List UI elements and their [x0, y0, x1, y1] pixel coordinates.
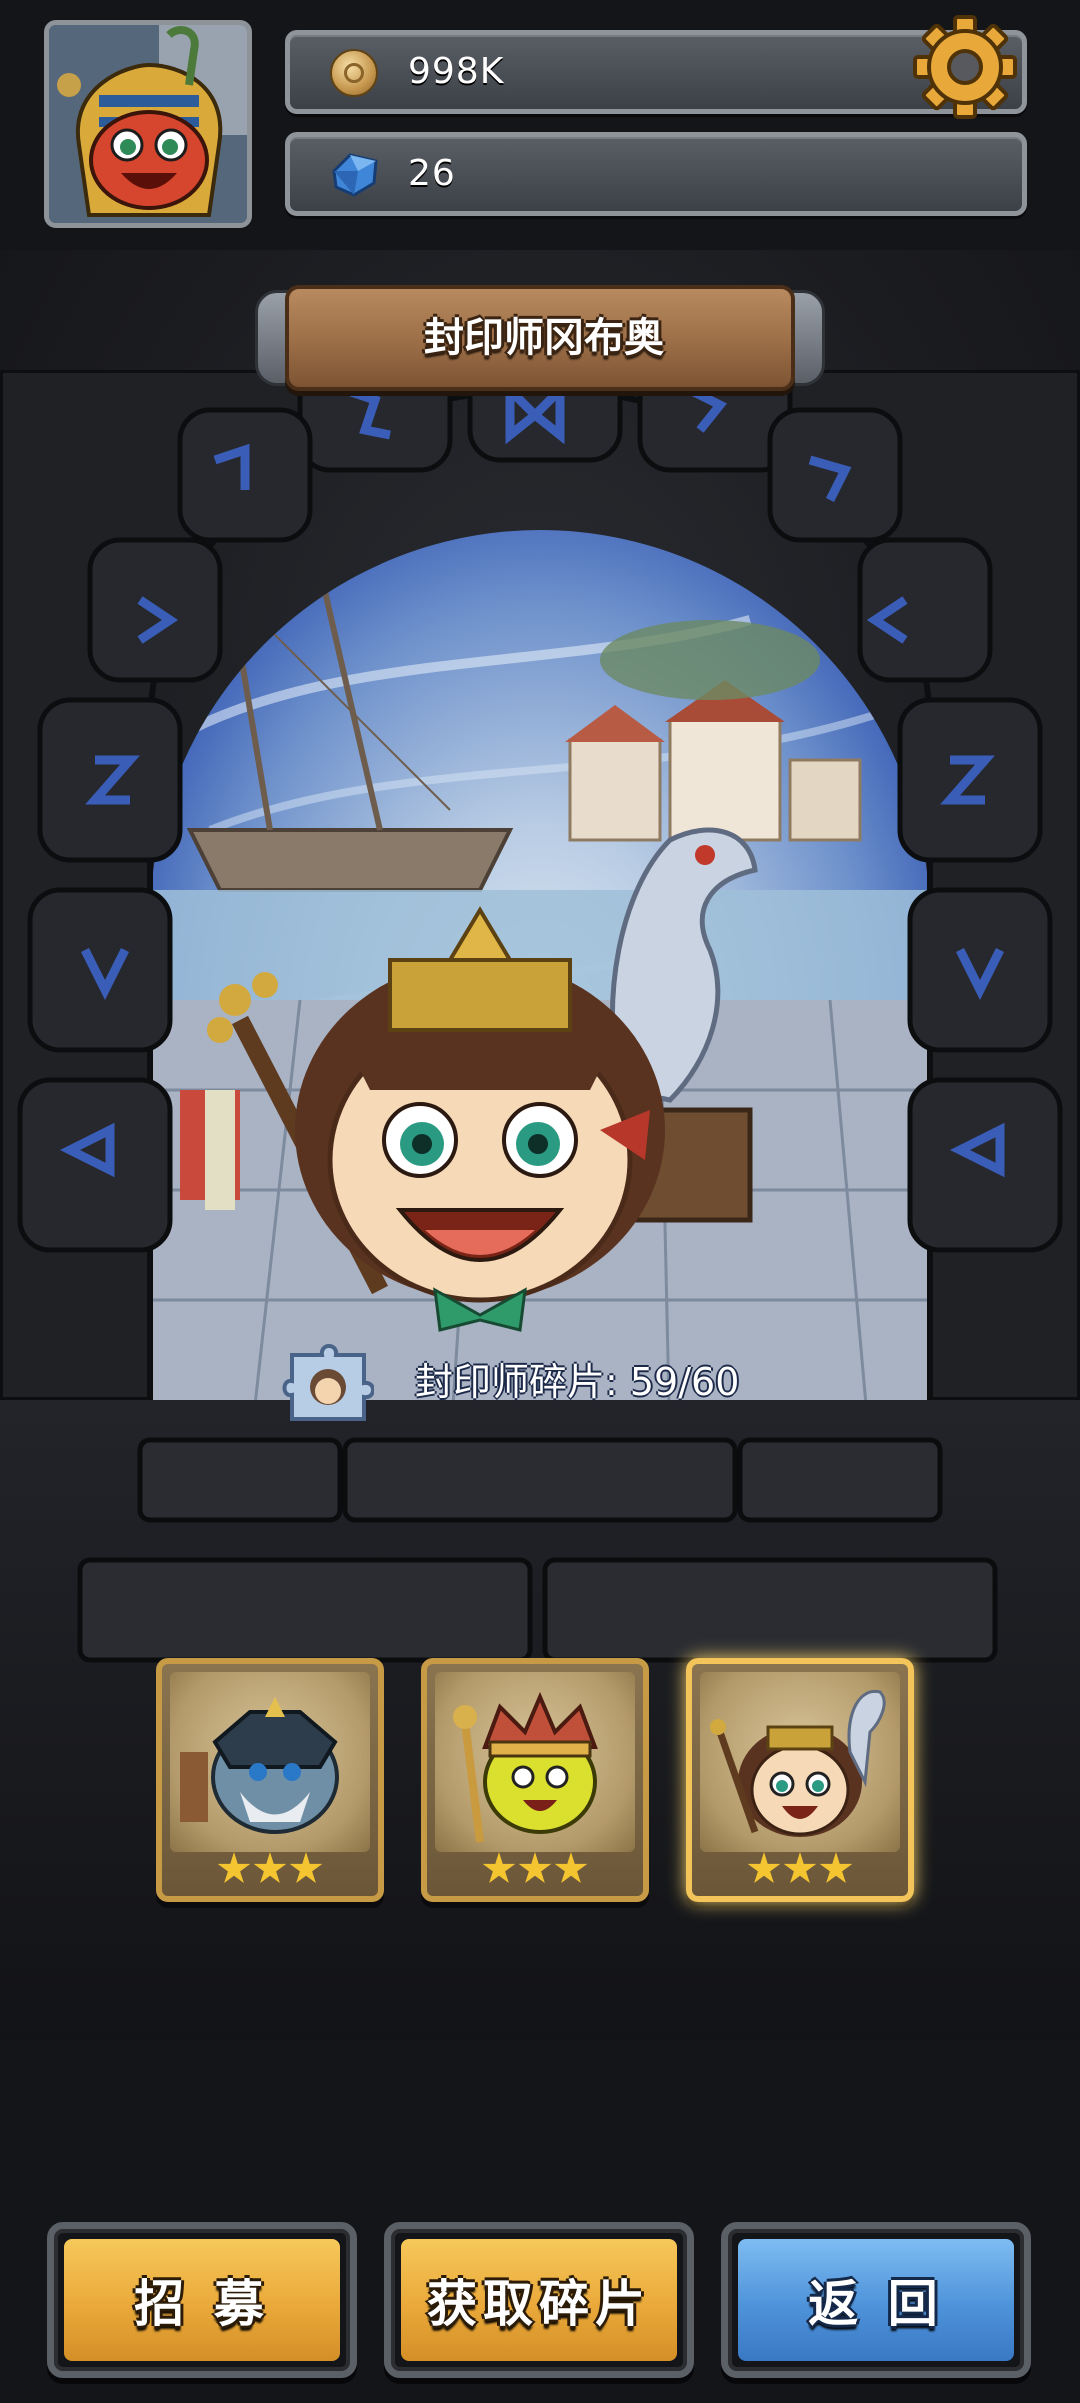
- star-icon: [554, 1852, 588, 1883]
- hero-name-plank: 封印师冈布奥: [285, 285, 795, 391]
- star-rating: [162, 1852, 378, 1892]
- gem-icon: [332, 153, 378, 197]
- star-icon: [747, 1852, 781, 1883]
- hero-portrait: [453, 1691, 598, 1843]
- get-shards-button-label: 获取碎片: [427, 2275, 651, 2333]
- hero-portrait: [710, 1689, 886, 1837]
- hero-card-armored-warrior[interactable]: [156, 1658, 384, 1902]
- star-icon: [819, 1852, 853, 1883]
- get-shards-button[interactable]: 获取碎片: [384, 2222, 694, 2378]
- star-icon: [518, 1852, 552, 1883]
- hero-card-sealer[interactable]: [686, 1658, 914, 1902]
- star-rating: [427, 1852, 643, 1892]
- recruit-button-label: 招 募: [134, 2275, 270, 2333]
- hero-name: 封印师冈布奥: [424, 315, 664, 361]
- shard-progress-label: 封印师碎片: 59/60: [415, 1360, 740, 1404]
- coin-icon: [330, 49, 378, 97]
- hero-portrait: [180, 1697, 339, 1834]
- star-icon: [783, 1852, 817, 1883]
- back-button-label: 返 回: [808, 2275, 944, 2333]
- gear-icon[interactable]: [910, 12, 1020, 122]
- gem-counter: 26: [285, 132, 1027, 216]
- recruit-button[interactable]: 招 募: [47, 2222, 357, 2378]
- star-icon: [289, 1852, 323, 1883]
- puzzle-shard-icon: [282, 1344, 374, 1421]
- star-icon: [217, 1852, 251, 1883]
- portal-scene: [150, 530, 930, 1450]
- star-icon: [253, 1852, 287, 1883]
- hero-card-crowned-king[interactable]: [421, 1658, 649, 1902]
- coin-amount: 998K: [408, 51, 505, 92]
- player-avatar[interactable]: [44, 20, 252, 228]
- avatar-portrait: [49, 25, 247, 223]
- back-button[interactable]: 返 回: [721, 2222, 1031, 2378]
- harbor-scene: [150, 569, 930, 1450]
- star-icon: [482, 1852, 516, 1883]
- star-rating: [692, 1852, 908, 1892]
- gem-amount: 26: [408, 153, 456, 194]
